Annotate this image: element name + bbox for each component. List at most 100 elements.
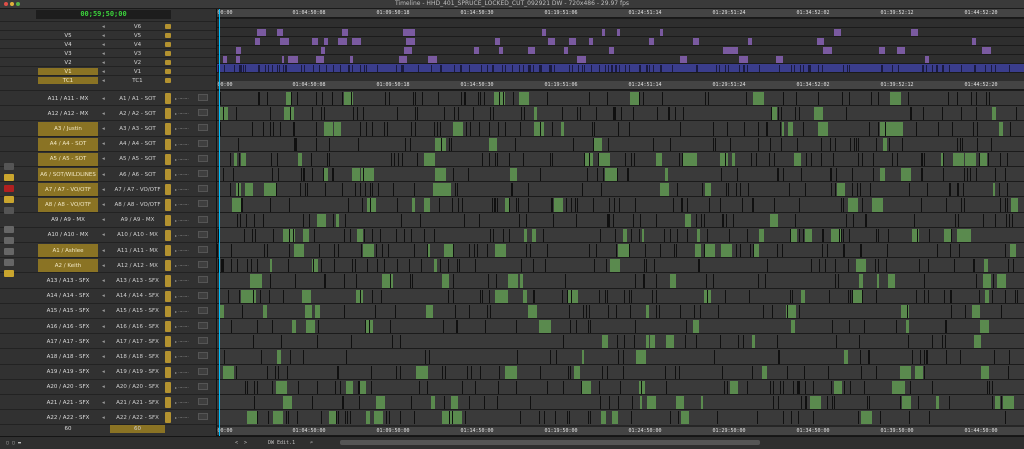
audio-record-track-label[interactable]: A22 / A22 - SFX [110, 410, 165, 425]
audio-clip[interactable] [730, 380, 739, 394]
track-volume-box[interactable] [198, 139, 208, 147]
video-clip[interactable] [822, 47, 832, 54]
audio-track-header[interactable]: A14 / A14 - SFX ◂ A14 / A14 - SFX ▸ ·~·~· [0, 287, 216, 304]
audio-clip[interactable] [791, 320, 795, 334]
audio-track-lane[interactable] [217, 318, 1024, 335]
audio-track-lane[interactable] [217, 394, 1024, 411]
audio-track-lane[interactable] [217, 363, 1024, 380]
track-lock-icon[interactable] [165, 229, 171, 241]
audio-clip[interactable] [416, 365, 429, 379]
audio-clip[interactable] [781, 122, 784, 136]
audio-source-track-label[interactable]: A14 / A14 - SFX [38, 290, 98, 303]
audio-record-track-label[interactable]: A5 / A5 - SOT [110, 152, 165, 167]
audio-source-track-label[interactable]: A5 / A5 - SOT [38, 152, 98, 166]
audio-clip[interactable] [272, 411, 283, 425]
audio-clip[interactable] [646, 304, 649, 318]
audio-track-header[interactable]: A12 / A12 - MX ◂ A2 / A2 - SOT ▸ ·~·~· [0, 105, 216, 121]
audio-clip[interactable] [301, 289, 312, 303]
video-clip[interactable] [747, 38, 752, 45]
track-volume-box[interactable] [198, 322, 208, 329]
track-lock-icon[interactable] [165, 69, 171, 74]
audio-clip[interactable] [890, 92, 901, 106]
audio-clip[interactable] [522, 289, 528, 303]
audio-clip[interactable] [649, 335, 655, 349]
audio-clip[interactable] [430, 396, 436, 410]
audio-record-track-label[interactable]: A16 / A16 - SFX [110, 319, 165, 334]
waveform-toggle-icon[interactable]: ▸ ·~·~· [175, 276, 195, 285]
video-clip[interactable] [315, 56, 325, 63]
track-lock-icon[interactable] [165, 60, 171, 65]
audio-clip[interactable] [645, 335, 650, 349]
audio-source-track-label[interactable]: A13 / A13 - SFX [38, 274, 98, 287]
audio-clip[interactable] [700, 396, 704, 410]
audio-clip[interactable] [375, 396, 385, 410]
video-clip[interactable] [341, 29, 349, 36]
audio-track-header[interactable]: A18 / A18 - SFX ◂ A18 / A18 - SFX ▸ ·~·~· [0, 348, 216, 364]
audio-clip[interactable] [293, 244, 305, 258]
audio-clip[interactable] [323, 168, 329, 182]
track-volume-box[interactable] [198, 109, 208, 117]
video-clip[interactable] [236, 47, 241, 54]
audio-clip[interactable] [241, 152, 246, 166]
audio-clip[interactable] [814, 107, 823, 121]
video-source-track-label[interactable] [38, 23, 98, 30]
video-clip[interactable] [398, 56, 408, 63]
audio-timecode-ruler[interactable]: 00:00 01:04:50:08 01:09:50:18 01:14:50:30 01… [217, 81, 1024, 90]
audio-clip[interactable] [610, 259, 620, 273]
audio-clip[interactable] [382, 274, 393, 288]
audio-record-track-label[interactable]: A19 / A19 - SFX [110, 365, 165, 380]
audio-clip[interactable] [983, 274, 992, 288]
video-clip[interactable] [660, 29, 663, 36]
video-clip[interactable] [548, 38, 555, 45]
video-clip[interactable] [617, 29, 620, 36]
audio-track-header[interactable]: A16 / A16 - SFX ◂ A16 / A16 - SFX ▸ ·~·~· [0, 318, 216, 334]
audio-clip[interactable] [759, 228, 765, 242]
audio-clip[interactable] [861, 411, 872, 425]
audio-source-track-label[interactable]: A7 / A7 - VO/OTF [38, 183, 98, 197]
audio-clip[interactable] [599, 152, 611, 166]
audio-clip[interactable] [641, 228, 644, 242]
audio-source-track-label[interactable]: A10 / A10 - MX [38, 229, 98, 242]
audio-clip[interactable] [684, 213, 692, 227]
video-clip[interactable] [693, 38, 699, 45]
audio-clip[interactable] [630, 92, 639, 106]
audio-clip[interactable] [683, 152, 695, 166]
video-clip[interactable] [254, 38, 260, 45]
audio-clip[interactable] [240, 289, 253, 303]
track-volume-box[interactable] [198, 94, 208, 101]
track-volume-box[interactable] [198, 200, 208, 208]
audio-clip[interactable] [433, 259, 438, 273]
video-clip[interactable] [338, 38, 347, 45]
audio-clip[interactable] [992, 183, 995, 197]
audio-clip[interactable] [831, 228, 842, 242]
audio-source-track-label[interactable]: A1 / Ashlee [38, 244, 98, 258]
audio-track-lane[interactable] [217, 211, 1024, 228]
audio-source-track-label[interactable]: A2 / Keith [38, 259, 98, 273]
audio-clip[interactable] [753, 92, 765, 106]
track-lock-icon[interactable] [165, 351, 171, 363]
track-volume-box[interactable] [198, 124, 208, 132]
audio-clip[interactable] [314, 304, 320, 318]
audio-clip[interactable] [333, 122, 337, 136]
track-volume-box[interactable] [198, 154, 208, 162]
audio-source-track-label[interactable]: A15 / A15 - SFX [38, 305, 98, 318]
audio-clip[interactable] [539, 320, 551, 334]
audio-clip[interactable] [269, 259, 272, 273]
tool-icon[interactable] [4, 226, 14, 233]
track-lock-icon[interactable] [165, 381, 171, 393]
video-clip[interactable] [588, 38, 593, 45]
audio-clip[interactable] [305, 304, 313, 318]
audio-clip[interactable] [520, 274, 523, 288]
audio-record-track-label[interactable]: A20 / A20 - SFX [110, 380, 165, 395]
track-lock-icon[interactable] [165, 51, 171, 56]
audio-clip[interactable] [719, 152, 728, 166]
video-track-header[interactable]: TC1 ◂ TC1 [0, 75, 216, 85]
audio-clip[interactable] [721, 244, 733, 258]
video-clip[interactable] [403, 47, 412, 54]
tool-icon[interactable] [4, 163, 14, 170]
waveform-toggle-icon[interactable]: ▸ ·~·~· [175, 322, 195, 331]
audio-clip[interactable] [888, 274, 895, 288]
audio-clip[interactable] [805, 228, 812, 242]
scroll-right-icon[interactable]: > [244, 437, 247, 449]
waveform-toggle-icon[interactable]: ▸ ·~·~· [175, 368, 195, 377]
